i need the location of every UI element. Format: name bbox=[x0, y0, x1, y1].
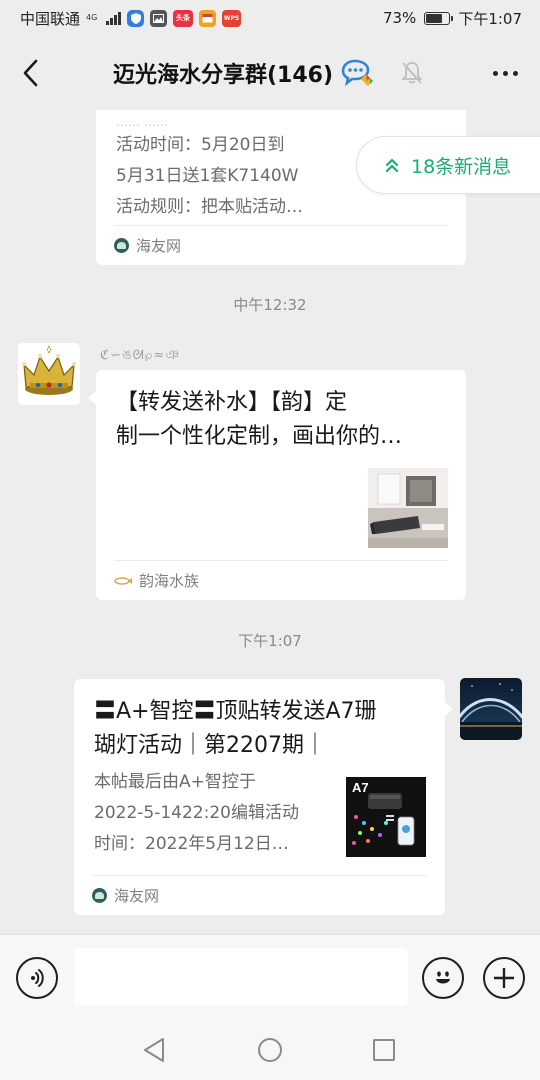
chat-title: 迈光海水分享群(146) bbox=[112, 63, 334, 88]
triangle-back-icon bbox=[144, 1038, 164, 1062]
card-title-line: 〓A+智控〓顶贴转发送A7珊 bbox=[94, 699, 377, 724]
message-timestamp: 下午1:07 bbox=[238, 632, 302, 650]
voice-button[interactable] bbox=[16, 957, 58, 999]
more-button[interactable] bbox=[470, 36, 540, 110]
chat-bubbles-icon bbox=[341, 59, 374, 87]
emoji-icon bbox=[436, 971, 450, 984]
link-card-message[interactable]: 〓A+智控〓顶贴转发送A7珊 瑚灯活动｜第2207期｜ 本帖最后由A+智控于 2… bbox=[74, 679, 453, 915]
card-source-label: 韵海水族 bbox=[139, 572, 200, 590]
wps-app-icon: WPS bbox=[222, 9, 242, 27]
system-navigation-bar bbox=[0, 1020, 540, 1080]
card-source: 海友网 bbox=[114, 225, 448, 265]
thumbnail-title: A7 bbox=[352, 780, 369, 795]
gallery-app-icon bbox=[150, 9, 168, 27]
carrier-label: 中国联通 bbox=[20, 9, 81, 28]
card-desc-line: 时间：2022年5月12日… bbox=[94, 834, 289, 854]
message-timestamp: 中午12:32 bbox=[233, 296, 307, 314]
card-source: 海友网 bbox=[92, 875, 427, 915]
input-bar bbox=[0, 934, 540, 1020]
new-messages-button[interactable]: 18条新消息 bbox=[356, 136, 540, 194]
night-bridge-avatar-image bbox=[460, 678, 522, 740]
network-type-label: 4G bbox=[86, 13, 98, 22]
plus-button[interactable] bbox=[483, 957, 525, 999]
card-desc-line: 2022-5-1422:20编辑活动 bbox=[94, 803, 299, 823]
card-title-line: 制一个性化定制，画出你的… bbox=[116, 424, 403, 449]
sender-avatar[interactable] bbox=[18, 343, 80, 405]
message-input[interactable] bbox=[74, 948, 408, 1006]
living-room-image bbox=[368, 468, 448, 548]
system-recents-button[interactable] bbox=[364, 1034, 404, 1066]
clipped-text: …… …… bbox=[116, 118, 168, 126]
chat-header: 迈光海水分享群(146) bbox=[0, 36, 540, 110]
haiyou-logo-icon bbox=[92, 888, 107, 903]
card-thumbnail: A7 bbox=[346, 777, 426, 857]
chat-title-group[interactable]: 迈光海水分享群(146) bbox=[60, 57, 470, 89]
card-thumbnail bbox=[368, 468, 448, 548]
plus-icon bbox=[494, 968, 514, 988]
voice-icon bbox=[31, 969, 44, 987]
haiyou-logo-icon bbox=[114, 238, 129, 253]
bubble-tail bbox=[88, 390, 97, 406]
card-title-line: 瑚灯活动｜第2207期｜ bbox=[94, 733, 326, 758]
chevron-left-icon bbox=[23, 59, 38, 87]
battery-percent-label: 73% bbox=[382, 9, 417, 27]
card-desc-line: 活动规则：把本贴活动… bbox=[116, 197, 303, 217]
mute-bell-icon bbox=[401, 62, 423, 84]
system-home-button[interactable] bbox=[250, 1034, 290, 1066]
new-messages-label: 18条新消息 bbox=[411, 155, 512, 178]
circle-home-icon bbox=[258, 1038, 282, 1062]
link-card-message[interactable]: 【转发送补水】【韵】定 制一个性化定制，画出你的… 韵海水族 bbox=[88, 370, 466, 600]
clock-label: 下午1:07 bbox=[458, 9, 522, 28]
back-button[interactable] bbox=[0, 36, 60, 110]
double-chevron-up-icon bbox=[385, 158, 399, 173]
more-dots-icon bbox=[492, 70, 498, 76]
sender-name: ℭ∽ঙᘛ℘≈ঞ bbox=[100, 348, 181, 363]
card-source: 韵海水族 bbox=[114, 560, 448, 600]
toutiao-app-icon: 头条 bbox=[173, 9, 194, 27]
emoji-button[interactable] bbox=[422, 957, 464, 999]
shield-app-icon bbox=[127, 9, 145, 27]
my-avatar[interactable] bbox=[460, 678, 522, 740]
bubble-tail bbox=[444, 701, 453, 717]
status-bar: 中国联通 4G 头条 WPS 73% 下午1:07 bbox=[0, 0, 540, 36]
card-title-line: 【转发送补水】【韵】定 bbox=[116, 390, 348, 415]
signal-icon bbox=[106, 11, 122, 25]
system-back-button[interactable] bbox=[134, 1034, 174, 1066]
fish-logo-icon bbox=[114, 576, 132, 585]
card-desc-line: 本帖最后由A+智控于 bbox=[94, 772, 256, 792]
card-source-label: 海友网 bbox=[136, 237, 182, 255]
calendar-app-icon bbox=[199, 9, 217, 27]
square-recents-icon bbox=[373, 1039, 395, 1061]
crown-avatar-image bbox=[18, 343, 80, 405]
message-list[interactable]: …… …… 活动时间：5月20日到 5月31日送1套K7140W 活动规则：把本… bbox=[0, 110, 540, 934]
battery-icon bbox=[424, 11, 454, 25]
card-source-label: 海友网 bbox=[114, 887, 160, 905]
